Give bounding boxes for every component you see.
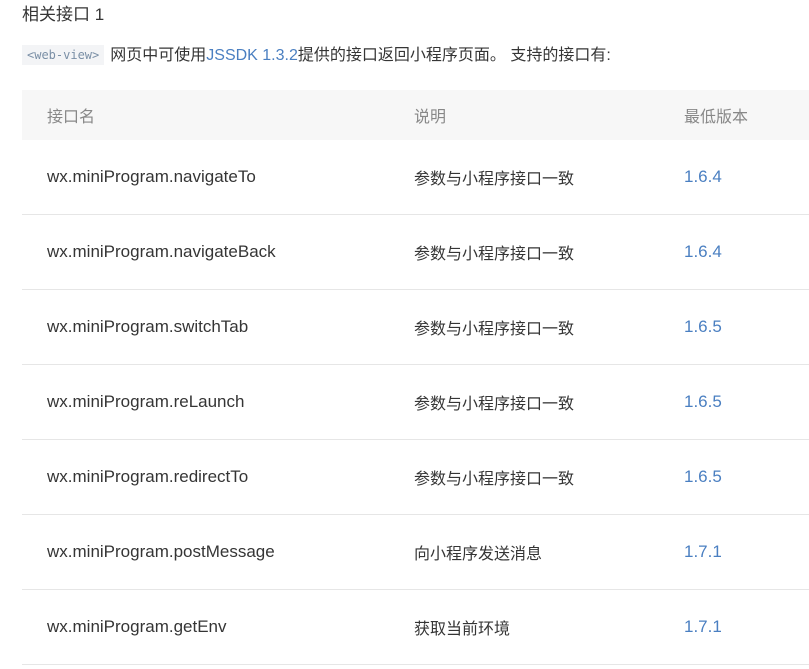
table-row: wx.miniProgram.redirectTo 参数与小程序接口一致 1.6… — [22, 440, 809, 515]
version-link[interactable]: 1.6.4 — [684, 242, 722, 261]
table-row: wx.miniProgram.getEnv 获取当前环境 1.7.1 — [22, 590, 809, 665]
table-header: 接口名 说明 最低版本 — [22, 90, 809, 140]
api-name: wx.miniProgram.reLaunch — [47, 392, 245, 411]
table-row: wx.miniProgram.switchTab 参数与小程序接口一致 1.6.… — [22, 290, 809, 365]
api-name: wx.miniProgram.redirectTo — [47, 467, 249, 486]
web-view-code-tag: <web-view> — [22, 45, 105, 65]
api-name: wx.miniProgram.switchTab — [47, 317, 249, 336]
table-row: wx.miniProgram.reLaunch 参数与小程序接口一致 1.6.5 — [22, 365, 809, 440]
doc-page: 相关接口 1 <web-view> 网页中可使用JSSDK 1.3.2提供的接口返… — [0, 0, 809, 669]
version-link[interactable]: 1.7.1 — [684, 542, 722, 561]
api-name: wx.miniProgram.postMessage — [47, 542, 275, 561]
version-link[interactable]: 1.6.5 — [684, 317, 722, 336]
version-link[interactable]: 1.6.5 — [684, 467, 722, 486]
api-desc: 参数与小程序接口一致 — [414, 246, 575, 263]
api-name: wx.miniProgram.getEnv — [47, 617, 227, 636]
header-version: 最低版本 — [684, 109, 749, 126]
api-desc: 参数与小程序接口一致 — [414, 471, 575, 488]
intro-text-before: 网页中可使用 — [110, 47, 207, 64]
table-row: wx.miniProgram.navigateBack 参数与小程序接口一致 1… — [22, 215, 809, 290]
intro-paragraph: <web-view> 网页中可使用JSSDK 1.3.2提供的接口返回小程序页面。… — [22, 44, 611, 68]
table-row: wx.miniProgram.navigateTo 参数与小程序接口一致 1.6… — [22, 140, 809, 215]
api-name: wx.miniProgram.navigateTo — [47, 167, 256, 186]
table-row: wx.miniProgram.postMessage 向小程序发送消息 1.7.… — [22, 515, 809, 590]
version-link[interactable]: 1.6.4 — [684, 167, 722, 186]
api-desc: 向小程序发送消息 — [414, 546, 543, 563]
api-desc: 参数与小程序接口一致 — [414, 171, 575, 188]
intro-text-after: 提供的接口返回小程序页面。 支持的接口有: — [297, 47, 611, 64]
api-desc: 参数与小程序接口一致 — [414, 321, 575, 338]
jssdk-link[interactable]: JSSDK 1.3.2 — [206, 47, 298, 64]
version-link[interactable]: 1.7.1 — [684, 617, 722, 636]
section-heading: 相关接口 1 — [22, 5, 105, 24]
header-desc: 说明 — [414, 109, 447, 126]
api-desc: 参数与小程序接口一致 — [414, 396, 575, 413]
api-table: 接口名 说明 最低版本 wx.miniProgram.navigateTo 参数… — [22, 90, 809, 665]
header-name: 接口名 — [47, 109, 96, 126]
version-link[interactable]: 1.6.5 — [684, 392, 722, 411]
api-desc: 获取当前环境 — [414, 621, 511, 638]
api-name: wx.miniProgram.navigateBack — [47, 242, 276, 261]
